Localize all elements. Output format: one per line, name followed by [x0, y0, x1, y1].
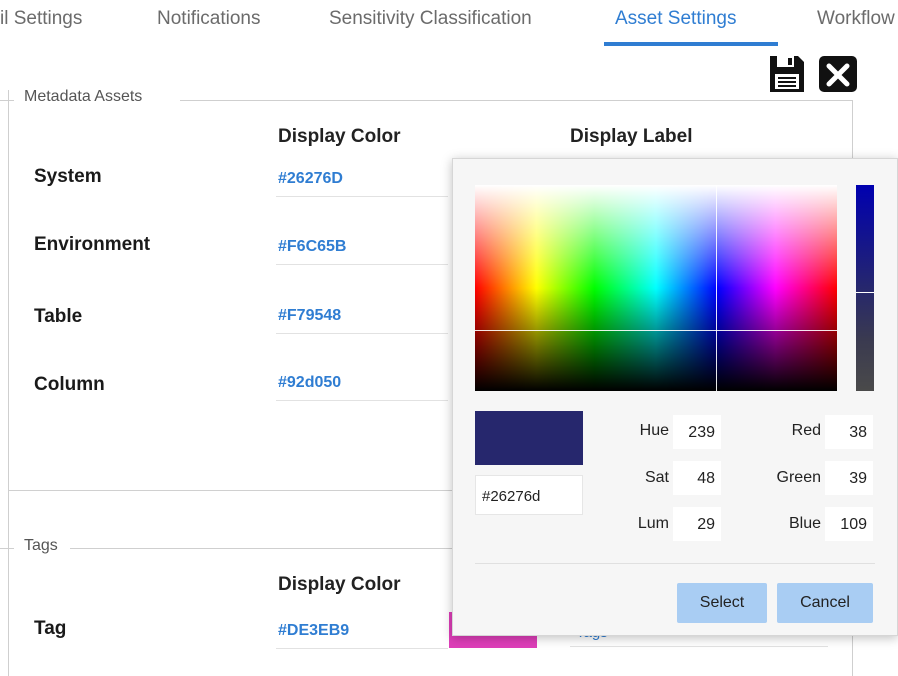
luminance-slider-handle[interactable] — [856, 292, 874, 293]
row-label-system: System — [34, 166, 102, 187]
red-label: Red — [791, 422, 821, 439]
blue-label: Blue — [788, 515, 821, 532]
hex-input[interactable]: #26276d — [475, 475, 583, 515]
active-tab-indicator — [604, 42, 778, 46]
blue-input[interactable]: 109 — [825, 507, 873, 541]
environment-color-value[interactable]: #F6C65B — [276, 234, 448, 265]
tags-legend: Tags — [20, 537, 62, 555]
color-preview — [475, 411, 583, 465]
red-input[interactable]: 38 — [825, 415, 873, 449]
color-picker-dialog: #26276d Hue 239 Sat 48 Lum 29 Red 38 Gre… — [452, 158, 898, 636]
row-label-table: Table — [34, 306, 83, 327]
picker-divider — [475, 563, 875, 564]
color-spectrum[interactable] — [475, 185, 837, 391]
row-label-column: Column — [34, 374, 105, 395]
table-color-value[interactable]: #F79548 — [276, 303, 448, 334]
tags-display-color-header: Display Color — [278, 574, 401, 595]
green-label: Green — [776, 469, 821, 486]
close-icon[interactable] — [818, 54, 857, 94]
fieldset-line — [0, 548, 14, 549]
panel-border-left — [8, 90, 9, 676]
cancel-button[interactable]: Cancel — [777, 583, 873, 623]
tab-workflow[interactable]: Workflow — [817, 8, 895, 30]
tab-email-settings[interactable]: il Settings — [0, 8, 82, 30]
green-input[interactable]: 39 — [825, 461, 873, 495]
hue-label: Hue — [639, 422, 669, 439]
column-color-value[interactable]: #92d050 — [276, 370, 448, 401]
lum-input[interactable]: 29 — [673, 507, 721, 541]
system-color-value[interactable]: #26276D — [276, 166, 448, 197]
save-icon[interactable] — [768, 54, 806, 94]
sat-label: Sat — [644, 469, 669, 486]
tab-asset-settings[interactable]: Asset Settings — [615, 8, 736, 30]
row-label-tag: Tag — [34, 618, 67, 639]
spectrum-crosshair-vertical — [716, 185, 717, 391]
row-label-environment: Environment — [34, 234, 151, 255]
tab-notifications[interactable]: Notifications — [157, 8, 261, 30]
metadata-assets-legend: Metadata Assets — [20, 88, 147, 106]
tab-bar: il Settings Notifications Sensitivity Cl… — [0, 0, 898, 46]
select-button[interactable]: Select — [677, 583, 767, 623]
display-label-header: Display Label — [570, 126, 693, 147]
tab-sensitivity-classification[interactable]: Sensitivity Classification — [329, 8, 532, 30]
lum-label: Lum — [637, 515, 669, 532]
luminance-slider[interactable] — [856, 185, 874, 391]
tag-color-value[interactable]: #DE3EB9 — [276, 618, 448, 649]
fieldset-line — [180, 100, 852, 101]
display-color-header: Display Color — [278, 126, 401, 147]
spectrum-crosshair-horizontal — [475, 330, 837, 331]
fieldset-line — [0, 100, 14, 101]
hue-input[interactable]: 239 — [673, 415, 721, 449]
sat-input[interactable]: 48 — [673, 461, 721, 495]
